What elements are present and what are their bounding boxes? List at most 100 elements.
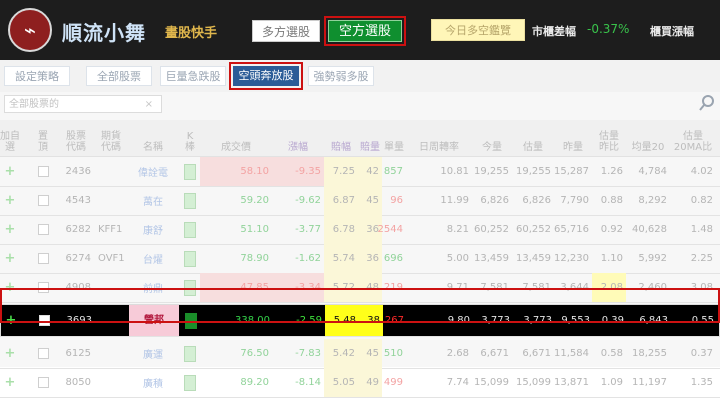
search-icon[interactable] (698, 93, 716, 113)
stock-filter-placeholder: 全部股票的 (9, 99, 59, 110)
cell-p2: 36 (358, 244, 382, 273)
add-cell: + (1, 305, 21, 336)
cell-chg: -2.59 (296, 314, 322, 326)
cell-today: 6,671 (480, 348, 509, 359)
cell-p1: 6.87 (324, 186, 358, 215)
column-header[interactable]: 加自 選 (0, 120, 20, 156)
cell-turn: 11.99 (440, 195, 469, 206)
cell-p1: 6.78 (324, 215, 358, 244)
cell-ma: 11,197 (632, 377, 667, 388)
table-row[interactable]: +6125 廣運 76.50 -7.83 5.42 45 510 2.68 6,671 6,671… (0, 339, 720, 369)
cell-p1: 5.42 (324, 339, 358, 368)
add-watchlist-icon[interactable]: + (5, 346, 16, 361)
cell-name: 營邦 (129, 305, 179, 336)
cell-p2: 42 (358, 157, 382, 186)
column-header[interactable]: 單量 (382, 120, 406, 156)
cell-est: 6,671 (522, 348, 551, 359)
column-header[interactable]: 股票 代碼 (58, 120, 94, 156)
column-header[interactable]: K 棒 (180, 120, 200, 156)
k-cell (180, 157, 200, 186)
add-watchlist-icon[interactable]: + (5, 193, 16, 208)
cell-code: 3693 (66, 314, 92, 326)
k-cell (180, 273, 200, 302)
strategy-weak-button[interactable]: 強勢弱多股 (308, 66, 374, 86)
stock-filter-select[interactable]: 全部股票的 × (4, 95, 162, 113)
cell-fut (96, 339, 126, 368)
column-header[interactable]: 期貨 代碼 (96, 120, 126, 156)
pin-top-checkbox[interactable] (37, 253, 49, 264)
today-overview-button[interactable]: 今日多空鑑覽 (431, 19, 525, 41)
cell-vol: 2544 (377, 224, 403, 235)
pin-top-checkbox[interactable] (37, 224, 49, 235)
column-header[interactable]: 漲幅 (272, 120, 324, 156)
add-cell: + (0, 368, 20, 397)
table-row[interactable]: +4543 萬在 59.20 -9.62 6.87 45 96 11.99 6,826 6,826… (0, 186, 720, 216)
strategy-short-active-button[interactable]: 空頭奔放股 (229, 62, 303, 90)
cell-name: 台燿 (143, 255, 163, 266)
tab-short-label: 空方選股 (328, 20, 402, 42)
cell-vol: 857 (383, 166, 403, 177)
pin-top-checkbox[interactable] (37, 195, 49, 206)
column-header[interactable]: 今量 (472, 120, 512, 156)
candlestick-icon (184, 374, 196, 391)
column-header[interactable]: 名稱 (128, 120, 178, 156)
add-watchlist-icon[interactable]: + (6, 312, 17, 330)
cell-turn: 9.80 (447, 314, 470, 326)
table-row[interactable]: +4908 前鼎 47.85 -3.34 5.72 48 219 9.71 7,581 7,581… (0, 273, 720, 303)
strategy-all-button[interactable]: 全部股票 (86, 66, 152, 86)
table-row[interactable]: +6274 OVF1 台燿 78.90 -1.62 5.74 36 696 5.00 13,459… (0, 244, 720, 274)
tab-short-selection[interactable]: 空方選股 (324, 16, 406, 46)
cell-code: 2436 (65, 166, 91, 177)
cell-vol: 510 (383, 348, 403, 359)
market-diff-value: -0.37% (587, 22, 630, 36)
column-header[interactable]: 賠量 (358, 120, 382, 156)
cell-ma_ratio: 1.48 (690, 224, 713, 235)
add-watchlist-icon[interactable]: + (5, 251, 16, 266)
add-cell: + (0, 215, 20, 244)
table-row[interactable]: +6282 KFF1 康舒 51.10 -3.77 6.78 36 2544 8.21 60,25… (0, 215, 720, 245)
cell-ma: 8,292 (638, 195, 667, 206)
cell-vol: 696 (383, 253, 403, 264)
pin-top-checkbox[interactable] (37, 348, 49, 359)
tab-long-selection[interactable]: 多方選股 (252, 20, 320, 42)
cell-code: 6274 (65, 253, 91, 264)
cell-chg: -3.34 (272, 273, 324, 302)
cell-code: 4908 (65, 282, 91, 293)
add-watchlist-icon[interactable]: + (5, 164, 16, 179)
setup-strategy-button[interactable]: 設定策略 (4, 66, 70, 86)
cell-ratio: 2.08 (592, 273, 626, 302)
table-row-selected[interactable]: +3693 營邦 338.00 -2.59 5.48 38 267 9.80 3,773 3,77… (0, 304, 720, 337)
add-watchlist-icon[interactable]: + (5, 375, 16, 390)
pin-top-checkbox[interactable] (37, 166, 49, 177)
cell-chg: -3.77 (295, 224, 321, 235)
add-watchlist-icon[interactable]: + (5, 222, 16, 237)
cell-name: 前鼎 (143, 284, 163, 295)
column-header[interactable]: 日周轉率 (406, 120, 472, 156)
column-header[interactable]: 估量 (512, 120, 554, 156)
logo-icon: ⌁ (8, 8, 52, 52)
table-row[interactable]: +2436 偉詮電 58.10 -9.35 7.25 42 857 10.81 19,255 19… (0, 157, 720, 187)
k-cell (180, 244, 200, 273)
column-header[interactable]: 置 頂 (32, 120, 54, 156)
column-header[interactable]: 估量 20MA比 (670, 120, 716, 156)
pin-cell (32, 215, 54, 244)
cell-turn: 2.68 (446, 348, 469, 359)
table-row[interactable]: +8050 廣積 89.20 -8.14 5.05 49 499 7.74 15,099 15,0… (0, 368, 720, 398)
table-header: 加自 選置 頂股票 代碼 期貨 代碼 名稱 K 棒成交價 漲幅 賠幅 賠量 單量 日周轉率 今量估… (0, 120, 720, 157)
add-watchlist-icon[interactable]: + (5, 280, 16, 295)
column-header[interactable]: 成交價 (200, 120, 272, 156)
column-header[interactable]: 賠幅 (324, 120, 358, 156)
cell-code: 6125 (65, 348, 91, 359)
pin-cell (32, 368, 54, 397)
cell-today: 6,826 (480, 195, 509, 206)
column-header[interactable]: 昨量 (554, 120, 592, 156)
pin-top-checkbox[interactable] (38, 315, 50, 326)
column-header[interactable]: 均量20 (626, 120, 670, 156)
column-header[interactable]: 估量 昨比 (592, 120, 626, 156)
clear-icon[interactable]: × (145, 96, 153, 114)
add-cell: + (0, 339, 20, 368)
strategy-volume-drop-button[interactable]: 巨量急跌股 (160, 66, 226, 86)
pin-top-checkbox[interactable] (37, 282, 49, 293)
pin-top-checkbox[interactable] (37, 377, 49, 388)
cell-ma_ratio: 2.25 (690, 253, 713, 264)
